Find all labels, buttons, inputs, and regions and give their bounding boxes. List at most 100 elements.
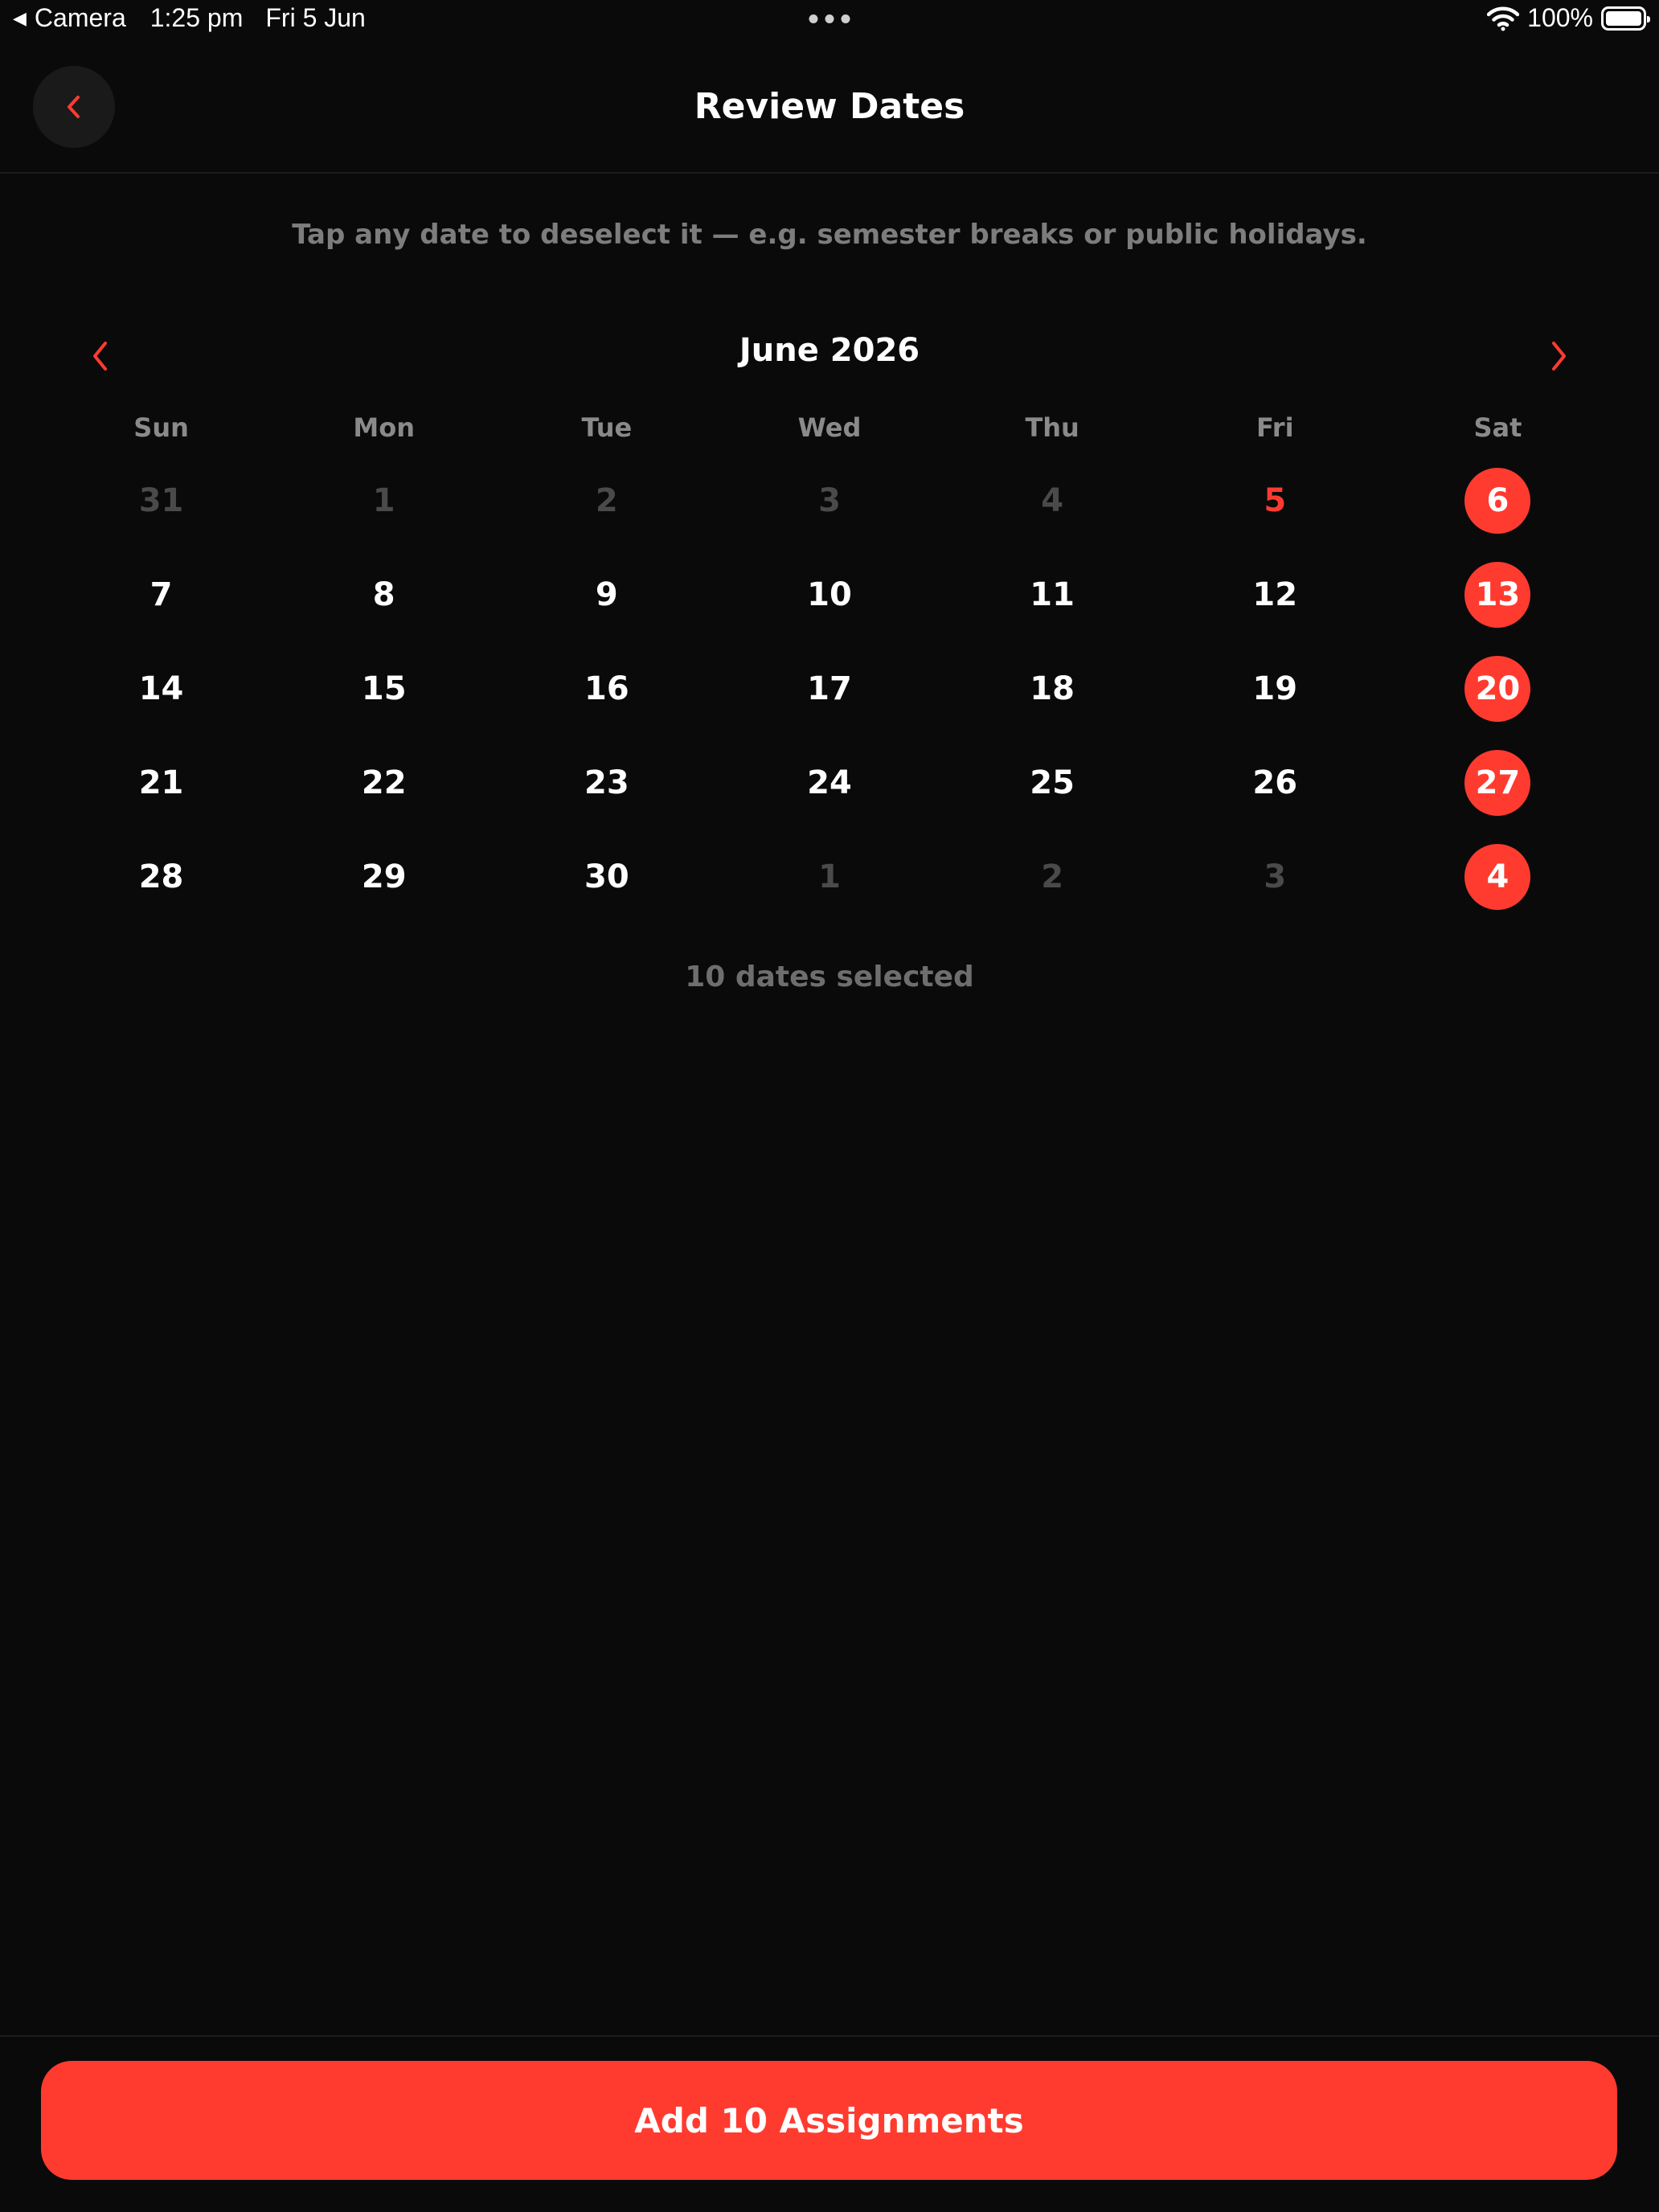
day-cell[interactable]: 21 xyxy=(50,735,272,830)
instruction-text: Tap any date to deselect it — e.g. semes… xyxy=(292,219,1367,251)
status-left: ◀ Camera 1:25 pm Fri 5 Jun xyxy=(13,3,366,33)
day-number: 4 xyxy=(1041,481,1064,519)
day-cell-selected[interactable]: 4 xyxy=(1387,830,1609,924)
day-number: 27 xyxy=(1464,749,1531,816)
day-cell-outside-month[interactable]: 4 xyxy=(941,453,1164,547)
day-cell[interactable]: 19 xyxy=(1164,641,1387,735)
weekday-label: Sat xyxy=(1473,412,1522,443)
weekday-label: Sun xyxy=(133,412,189,443)
day-cell[interactable]: 17 xyxy=(718,641,940,735)
day-number: 8 xyxy=(372,576,395,613)
weekday-label: Tue xyxy=(581,412,633,443)
day-number: 29 xyxy=(361,858,407,895)
battery-icon xyxy=(1601,6,1650,31)
day-cell[interactable]: 14 xyxy=(50,641,272,735)
status-bar: ◀ Camera 1:25 pm Fri 5 Jun 100% xyxy=(0,0,1659,42)
day-cell-outside-month[interactable]: 1 xyxy=(718,830,940,924)
weekday-label: Mon xyxy=(353,412,416,443)
day-cell-outside-month[interactable]: 1 xyxy=(272,453,495,547)
weekday-label: Thu xyxy=(1025,412,1079,443)
day-number: 1 xyxy=(372,481,395,519)
day-number: 10 xyxy=(807,576,852,613)
day-cell-outside-month[interactable]: 2 xyxy=(941,830,1164,924)
day-cell-today[interactable]: 5 xyxy=(1164,453,1387,547)
calendar-grid: Sun Mon Tue Wed Thu Fri Sat 31 1 2 3 4 5 6 7 8 9 1… xyxy=(50,402,1609,924)
day-cell-selected[interactable]: 20 xyxy=(1387,641,1609,735)
day-cell[interactable]: 16 xyxy=(495,641,718,735)
day-number: 3 xyxy=(818,481,841,519)
day-cell[interactable]: 28 xyxy=(50,830,272,924)
day-number: 31 xyxy=(138,481,184,519)
day-number: 1 xyxy=(818,858,841,895)
day-cell[interactable]: 11 xyxy=(941,547,1164,641)
day-number: 25 xyxy=(1030,764,1075,801)
day-cell[interactable]: 26 xyxy=(1164,735,1387,830)
day-number: 14 xyxy=(138,670,184,707)
day-number: 30 xyxy=(584,858,629,895)
calendar-header: June 2026 xyxy=(0,326,1659,382)
day-cell[interactable]: 23 xyxy=(495,735,718,830)
day-cell[interactable]: 9 xyxy=(495,547,718,641)
day-number: 9 xyxy=(595,576,618,613)
day-cell-outside-month[interactable]: 31 xyxy=(50,453,272,547)
day-number: 21 xyxy=(138,764,184,801)
review-dates-screen: ◀ Camera 1:25 pm Fri 5 Jun 100% Review D… xyxy=(0,0,1659,2212)
day-number: 15 xyxy=(361,670,407,707)
back-to-app-icon[interactable]: ◀ xyxy=(13,8,27,29)
day-number: 19 xyxy=(1252,670,1298,707)
day-number: 23 xyxy=(584,764,629,801)
day-cell[interactable]: 12 xyxy=(1164,547,1387,641)
day-number: 2 xyxy=(1041,858,1064,895)
day-cell[interactable]: 15 xyxy=(272,641,495,735)
day-number: 17 xyxy=(807,670,852,707)
day-number: 20 xyxy=(1464,655,1531,722)
day-number: 22 xyxy=(361,764,407,801)
day-cell[interactable]: 24 xyxy=(718,735,940,830)
wifi-icon xyxy=(1487,6,1520,31)
day-number: 5 xyxy=(1264,481,1287,519)
status-time: 1:25 pm xyxy=(150,3,244,32)
day-cell[interactable]: 25 xyxy=(941,735,1164,830)
day-cell[interactable]: 22 xyxy=(272,735,495,830)
battery-percent: 100% xyxy=(1527,3,1593,32)
day-number: 16 xyxy=(584,670,629,707)
day-number: 24 xyxy=(807,764,852,801)
day-cell[interactable]: 7 xyxy=(50,547,272,641)
day-number: 13 xyxy=(1464,561,1531,628)
day-cell-outside-month[interactable]: 3 xyxy=(1164,830,1387,924)
day-cell-selected[interactable]: 13 xyxy=(1387,547,1609,641)
month-label: June 2026 xyxy=(739,332,920,369)
back-to-app-label[interactable]: Camera xyxy=(35,3,126,33)
status-right: 100% xyxy=(1487,3,1650,33)
day-cell-outside-month[interactable]: 3 xyxy=(718,453,940,547)
weekday-label: Fri xyxy=(1256,412,1294,443)
day-number: 11 xyxy=(1030,576,1075,613)
day-number: 3 xyxy=(1264,858,1287,895)
day-number: 4 xyxy=(1464,843,1531,910)
nav-bar: Review Dates xyxy=(0,42,1659,174)
day-number: 2 xyxy=(595,481,618,519)
day-cell[interactable]: 18 xyxy=(941,641,1164,735)
day-cell[interactable]: 29 xyxy=(272,830,495,924)
day-cell[interactable]: 30 xyxy=(495,830,718,924)
day-cell-selected[interactable]: 27 xyxy=(1387,735,1609,830)
next-month-button[interactable] xyxy=(1534,332,1583,380)
selected-count: 10 dates selected xyxy=(685,961,974,993)
status-date: Fri 5 Jun xyxy=(265,3,366,32)
add-assignments-button[interactable]: Add 10 Assignments xyxy=(41,2061,1617,2180)
day-cell[interactable]: 8 xyxy=(272,547,495,641)
bottom-divider xyxy=(0,2035,1659,2037)
multitasking-dots-icon[interactable] xyxy=(809,14,850,23)
day-cell[interactable]: 10 xyxy=(718,547,940,641)
day-number: 6 xyxy=(1464,467,1531,534)
day-cell-selected[interactable]: 6 xyxy=(1387,453,1609,547)
day-cell-outside-month[interactable]: 2 xyxy=(495,453,718,547)
weekday-label: Wed xyxy=(797,412,862,443)
day-number: 18 xyxy=(1030,670,1075,707)
day-number: 12 xyxy=(1252,576,1298,613)
page-title: Review Dates xyxy=(694,86,965,127)
day-number: 26 xyxy=(1252,764,1298,801)
chevron-right-icon xyxy=(1552,342,1566,371)
day-number: 7 xyxy=(150,576,173,613)
day-number: 28 xyxy=(138,858,184,895)
